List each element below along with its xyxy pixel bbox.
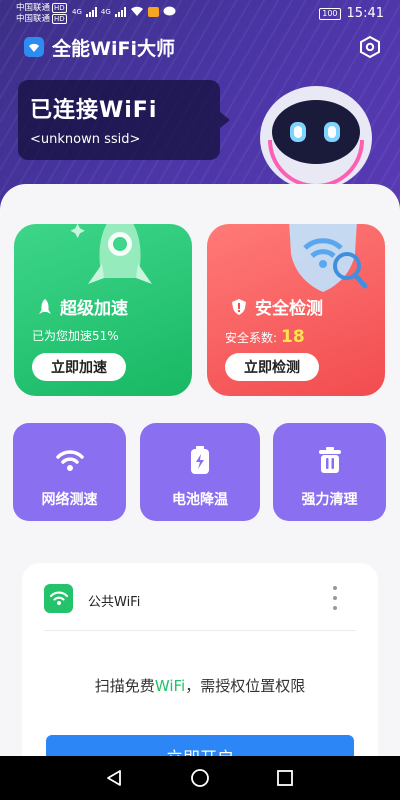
speedup-title: 超级加速: [60, 299, 128, 319]
security-button[interactable]: 立即检测: [225, 353, 319, 381]
hexagon-settings-icon: [360, 35, 380, 59]
hd-badge-2: HD: [52, 14, 67, 24]
carrier-info: 中国联通 HD 中国联通 HD: [16, 3, 67, 25]
speedup-card[interactable]: 超级加速 已为您加速51% 立即加速: [14, 224, 192, 396]
wifi-status-icon: [130, 6, 143, 16]
carrier-1: 中国联通: [16, 3, 51, 13]
rocket-icon: [39, 298, 51, 314]
robot-mascot-icon: [260, 86, 372, 190]
rocket-illustration-icon: [70, 224, 152, 284]
signal-icon: [85, 6, 97, 17]
more-options-icon[interactable]: [330, 586, 340, 610]
settings-button[interactable]: [358, 35, 382, 59]
signal-icons: 4G 4G: [72, 6, 176, 17]
app-logo-icon: [24, 37, 44, 57]
back-button[interactable]: [103, 767, 125, 789]
tool-label: 强力清理: [301, 492, 358, 508]
home-icon: [191, 769, 209, 787]
tool-label: 电池降温: [172, 492, 228, 508]
shield-illustration-icon: [289, 224, 368, 292]
security-card[interactable]: 安全检测 安全系数: 18 立即检测: [207, 224, 385, 396]
security-title-row: 安全检测: [231, 294, 323, 319]
signal-icon-2: [114, 6, 126, 17]
wifi-icon: [44, 584, 73, 613]
ssid-label: <unknown ssid>: [30, 132, 141, 147]
carrier-2: 中国联通: [16, 14, 51, 24]
wifi-list-card: 公共WiFi 扫描免费WiFi，需授权位置权限 立即开启: [22, 563, 378, 783]
home-button[interactable]: [189, 767, 211, 789]
message-icon: [163, 6, 176, 16]
speedup-button[interactable]: 立即加速: [32, 353, 126, 381]
security-score: 18: [281, 327, 305, 347]
security-score-label: 安全系数:: [225, 331, 278, 345]
app-title: 全能WiFi大师: [52, 38, 175, 60]
tool-label: 网络测速: [41, 492, 98, 508]
battery-icon: [185, 445, 215, 475]
connection-status: 已连接WiFi: [30, 98, 158, 123]
hd-badge: HD: [52, 3, 67, 13]
network-type-2: 4G: [100, 7, 111, 16]
tool-deep-clean[interactable]: 强力清理: [273, 423, 386, 521]
system-navigation-bar: [0, 756, 400, 800]
connection-status-bubble: 已连接WiFi <unknown ssid>: [18, 80, 230, 160]
notification-icon: [147, 6, 159, 17]
shield-alert-icon: [232, 298, 246, 315]
trash-icon: [315, 445, 345, 475]
status-right: 100 15:41: [319, 6, 384, 21]
scan-prefix: 扫描免费: [94, 677, 155, 695]
recents-button[interactable]: [274, 767, 296, 789]
scan-permission-text: 扫描免费WiFi，需授权位置权限: [22, 675, 378, 696]
wifi-icon: [55, 445, 85, 475]
wifi-list-item[interactable]: 公共WiFi: [22, 563, 378, 629]
scan-highlight: WiFi: [154, 677, 186, 695]
wifi-name: 公共WiFi: [88, 595, 141, 610]
divider: [44, 630, 356, 631]
status-bar: 中国联通 HD 中国联通 HD 4G 4G 100 15:41: [0, 0, 400, 26]
tool-battery-cooling[interactable]: 电池降温: [140, 423, 260, 521]
speedup-subtitle: 已为您加速51%: [32, 329, 119, 343]
recents-icon: [277, 770, 293, 786]
tool-network-speed[interactable]: 网络测速: [13, 423, 126, 521]
speedup-title-row: 超级加速: [38, 294, 128, 319]
back-icon: [107, 770, 121, 786]
network-type-1: 4G: [72, 7, 82, 16]
app-bar: 全能WiFi大师: [0, 30, 400, 62]
battery-icon: 100: [319, 7, 341, 20]
scan-suffix: ，需授权位置权限: [185, 677, 306, 695]
security-title: 安全检测: [255, 299, 323, 319]
clock: 15:41: [346, 6, 384, 21]
security-score-row: 安全系数: 18: [225, 327, 305, 347]
